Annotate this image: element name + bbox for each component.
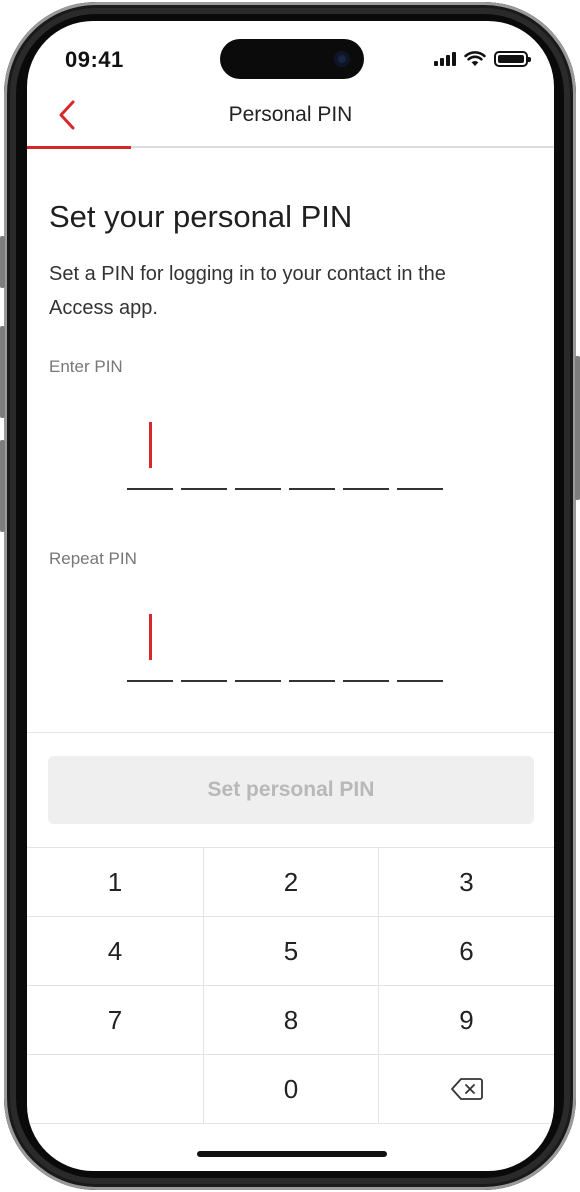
key-4[interactable]: 4 — [27, 917, 203, 986]
key-0[interactable]: 0 — [203, 1055, 379, 1124]
pin-digit-slot[interactable] — [397, 420, 443, 490]
key-empty — [27, 1055, 203, 1124]
backspace-icon — [450, 1078, 483, 1100]
action-button — [0, 236, 5, 288]
step-progress-bar — [27, 146, 131, 149]
page-description: Set a PIN for logging in to your contact… — [49, 263, 446, 319]
key-2[interactable]: 2 — [203, 848, 379, 917]
enter-pin-label: Enter PIN — [49, 357, 123, 376]
pin-digit-slot[interactable] — [235, 612, 281, 682]
key-7[interactable]: 7 — [27, 986, 203, 1055]
pin-digit-slot[interactable] — [181, 420, 227, 490]
text-caret — [149, 614, 152, 660]
volume-up-button — [0, 326, 5, 418]
power-button — [575, 356, 580, 500]
section-divider — [27, 732, 554, 733]
pin-digit-slot[interactable] — [343, 420, 389, 490]
page-heading: Set your personal PIN — [49, 199, 353, 234]
battery-icon — [494, 51, 531, 67]
key-5[interactable]: 5 — [203, 917, 379, 986]
pin-digit-slot[interactable] — [289, 612, 335, 682]
status-icons — [434, 51, 531, 67]
pin-digit-slot[interactable] — [127, 612, 173, 682]
pin-digit-slot[interactable] — [343, 612, 389, 682]
key-3[interactable]: 3 — [379, 848, 554, 917]
set-personal-pin-button[interactable]: Set personal PIN — [48, 756, 534, 824]
backspace-key[interactable] — [379, 1055, 554, 1124]
pin-digit-slot[interactable] — [397, 612, 443, 682]
text-caret — [149, 422, 152, 468]
repeat-pin-input[interactable] — [127, 612, 443, 682]
volume-down-button — [0, 440, 5, 532]
page-title: Personal PIN — [228, 103, 353, 126]
signal-icon — [434, 52, 456, 66]
key-9[interactable]: 9 — [379, 986, 554, 1055]
pin-digit-slot[interactable] — [289, 420, 335, 490]
app-screen: 09:41 Personal PIN Set your personal PIN… — [27, 21, 554, 1171]
status-time: 09:41 — [65, 47, 124, 72]
pin-digit-slot[interactable] — [235, 420, 281, 490]
camera-icon — [334, 51, 350, 67]
key-1[interactable]: 1 — [27, 848, 203, 917]
key-6[interactable]: 6 — [379, 917, 554, 986]
key-8[interactable]: 8 — [203, 986, 379, 1055]
numeric-keypad: 1 2 3 4 5 6 7 8 9 0 — [27, 847, 554, 1124]
pin-digit-slot[interactable] — [127, 420, 173, 490]
pin-digit-slot[interactable] — [181, 612, 227, 682]
wifi-icon — [464, 51, 486, 66]
enter-pin-input[interactable] — [127, 420, 443, 490]
dynamic-island — [220, 39, 364, 79]
home-indicator[interactable] — [197, 1151, 387, 1157]
repeat-pin-label: Repeat PIN — [49, 549, 137, 568]
